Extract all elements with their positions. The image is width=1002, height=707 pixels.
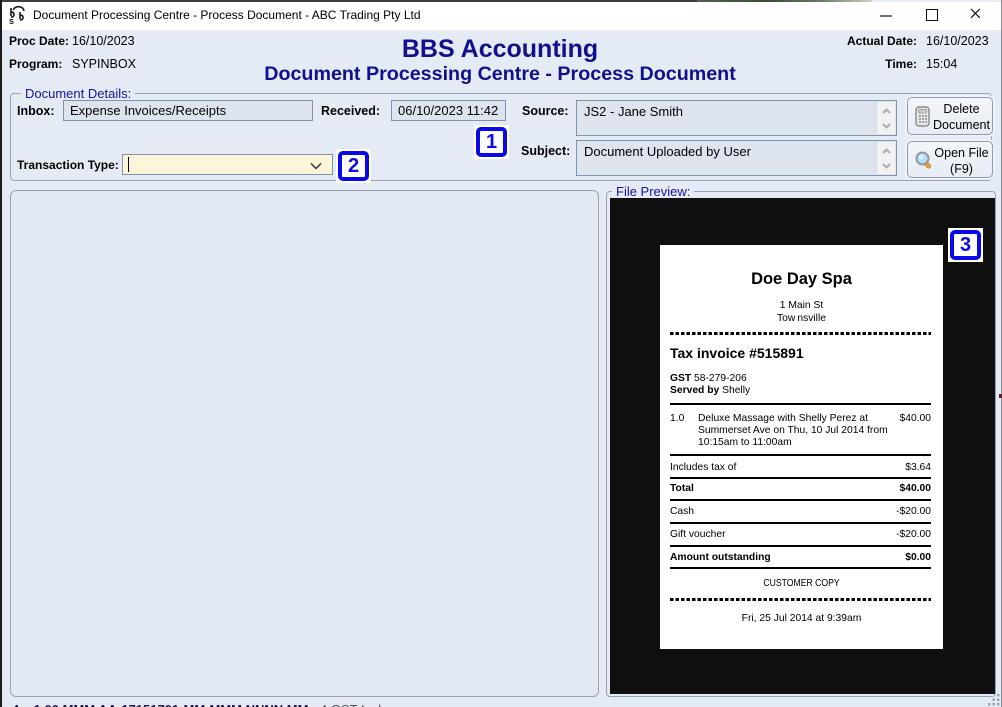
svg-text:s: s: [9, 16, 14, 26]
